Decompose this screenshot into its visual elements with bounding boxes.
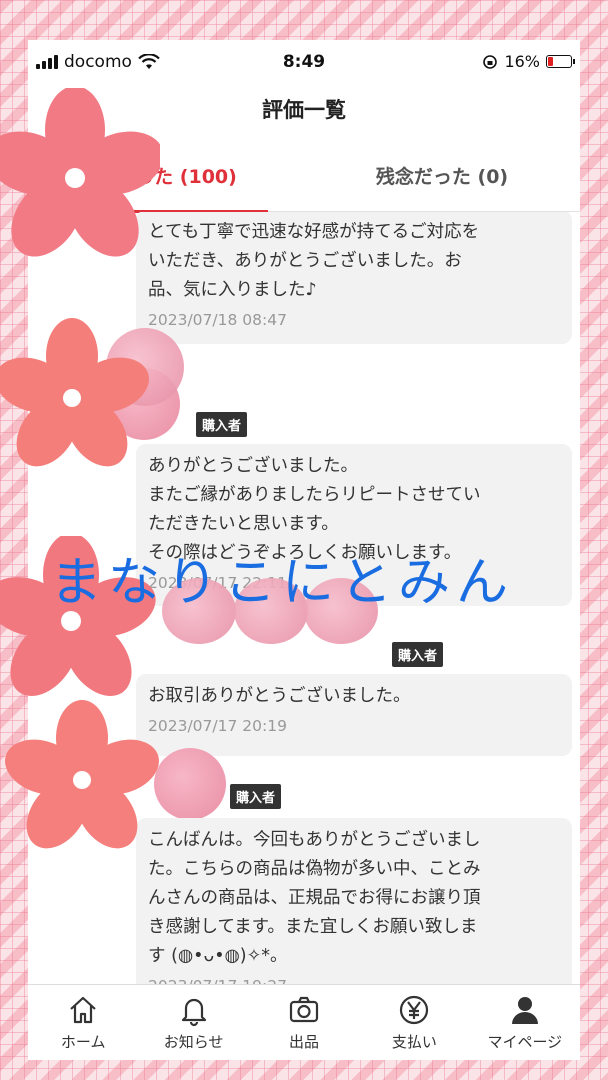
- sakura-flower-icon: [0, 318, 149, 467]
- orientation-lock-icon: [483, 54, 498, 69]
- buyer-badge: 購入者: [196, 412, 248, 437]
- review-bubble: とても丁寧で迅速な好感が持てるご対応を いただき、ありがとうございました。お 品…: [136, 212, 572, 344]
- review-bubble: お取引ありがとうございました。 2023/07/17 20:19: [136, 674, 572, 756]
- avatar[interactable]: [154, 748, 226, 820]
- home-icon: [70, 996, 96, 1024]
- tab-sell-label: 出品: [289, 1033, 320, 1051]
- overlay-watermark-text: まなりこにとみん: [50, 553, 515, 613]
- tab-mypage-label: マイページ: [487, 1033, 563, 1051]
- review-text: とても丁寧で迅速な好感が持てるご対応を いただき、ありがとうございました。お 品…: [148, 222, 480, 300]
- buyer-badge: 購入者: [230, 784, 282, 809]
- person-icon: [511, 997, 538, 1024]
- bottom-tab-bar: ホーム お知らせ 出品 支払い マイページ: [28, 984, 580, 1060]
- sakura-flower-icon: [0, 88, 160, 257]
- battery-percent: 16%: [504, 52, 540, 71]
- review-text: お取引ありがとうございました。: [148, 686, 411, 706]
- bell-icon: [181, 998, 206, 1027]
- camera-icon: [289, 996, 319, 1023]
- sakura-flower-icon: [5, 700, 159, 849]
- battery-icon: [546, 55, 575, 68]
- tab-notifications-label: お知らせ: [163, 1033, 224, 1051]
- tab-payment[interactable]: 支払い: [359, 985, 469, 1060]
- tab-sell[interactable]: 出品: [249, 985, 359, 1060]
- buyer-badge: 購入者: [392, 642, 444, 667]
- tab-notifications[interactable]: お知らせ: [138, 985, 248, 1060]
- tab-payment-label: 支払い: [391, 1033, 437, 1051]
- tab-home[interactable]: ホーム: [28, 985, 138, 1060]
- review-date: 2023/07/18 08:47: [148, 311, 287, 329]
- review-text: こんばんは。今回もありがとうございまし た。こちらの商品は偽物が多い中、ことみ …: [148, 830, 481, 966]
- status-bar: docomo 8:49 16%: [28, 40, 580, 88]
- tab-bad[interactable]: 残念だった (0): [304, 144, 580, 212]
- tab-home-label: ホーム: [60, 1033, 106, 1051]
- review-bubble: こんばんは。今回もありがとうございまし た。こちらの商品は偽物が多い中、ことみ …: [136, 818, 572, 984]
- tab-mypage[interactable]: マイページ: [470, 985, 580, 1060]
- yen-icon: [400, 995, 429, 1025]
- review-date: 2023/07/17 20:19: [148, 717, 287, 735]
- review-date: 2023/07/17 19:27: [148, 973, 560, 984]
- tab-bad-label: 残念だった (0): [375, 166, 509, 188]
